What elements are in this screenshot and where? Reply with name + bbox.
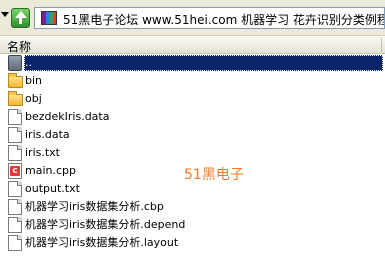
file-icon	[8, 199, 22, 215]
list-item-parent[interactable]: ..	[0, 54, 385, 72]
file-name: iris.txt	[25, 146, 60, 159]
file-icon	[8, 145, 22, 161]
file-icon	[8, 181, 22, 197]
list-item[interactable]: bezdekIris.data	[0, 108, 385, 126]
history-dropdown-icon[interactable]	[1, 12, 9, 17]
path-text: 51黑电子论坛 www.51hei.com 机器学习 花卉识别分类例程.	[63, 13, 385, 27]
file-list: .. bin obj bezdekIris.data iris.data iri…	[0, 54, 385, 252]
file-icon	[8, 217, 22, 233]
archive-icon	[41, 11, 57, 25]
file-name: main.cpp	[25, 164, 76, 177]
list-item[interactable]: 机器学习iris数据集分析.depend	[0, 216, 385, 234]
folder-icon	[8, 91, 23, 106]
file-name: bezdekIris.data	[25, 110, 110, 123]
file-name: 机器学习iris数据集分析.layout	[25, 236, 179, 249]
file-name: output.txt	[25, 182, 80, 195]
file-name: iris.data	[25, 128, 70, 141]
file-name: bin	[25, 74, 43, 87]
list-item[interactable]: obj	[0, 90, 385, 108]
list-item[interactable]: 机器学习iris数据集分析.layout	[0, 234, 385, 252]
column-separator[interactable]	[381, 38, 382, 52]
file-name: 机器学习iris数据集分析.depend	[25, 218, 186, 231]
file-name: 机器学习iris数据集分析.cbp	[25, 200, 164, 213]
list-item[interactable]: bin	[0, 72, 385, 90]
column-header: 名称	[0, 36, 385, 54]
file-icon	[8, 235, 22, 251]
go-up-button[interactable]	[11, 8, 30, 28]
address-toolbar: 51黑电子论坛 www.51hei.com 机器学习 花卉识别分类例程.	[0, 0, 385, 36]
folder-icon	[8, 73, 23, 88]
list-item[interactable]: iris.txt	[0, 144, 385, 162]
file-icon	[8, 127, 22, 143]
path-field[interactable]: 51黑电子论坛 www.51hei.com 机器学习 花卉识别分类例程.	[34, 7, 385, 29]
watermark: 51黑电子	[184, 167, 244, 183]
parent-folder-icon	[8, 55, 22, 71]
list-item[interactable]: iris.data	[0, 126, 385, 144]
list-item[interactable]: 机器学习iris数据集分析.cbp	[0, 198, 385, 216]
file-icon	[8, 109, 22, 125]
cpp-file-icon	[8, 163, 22, 179]
file-name: obj	[25, 92, 42, 105]
file-name: ..	[24, 55, 383, 71]
column-header-name[interactable]: 名称	[7, 38, 31, 55]
